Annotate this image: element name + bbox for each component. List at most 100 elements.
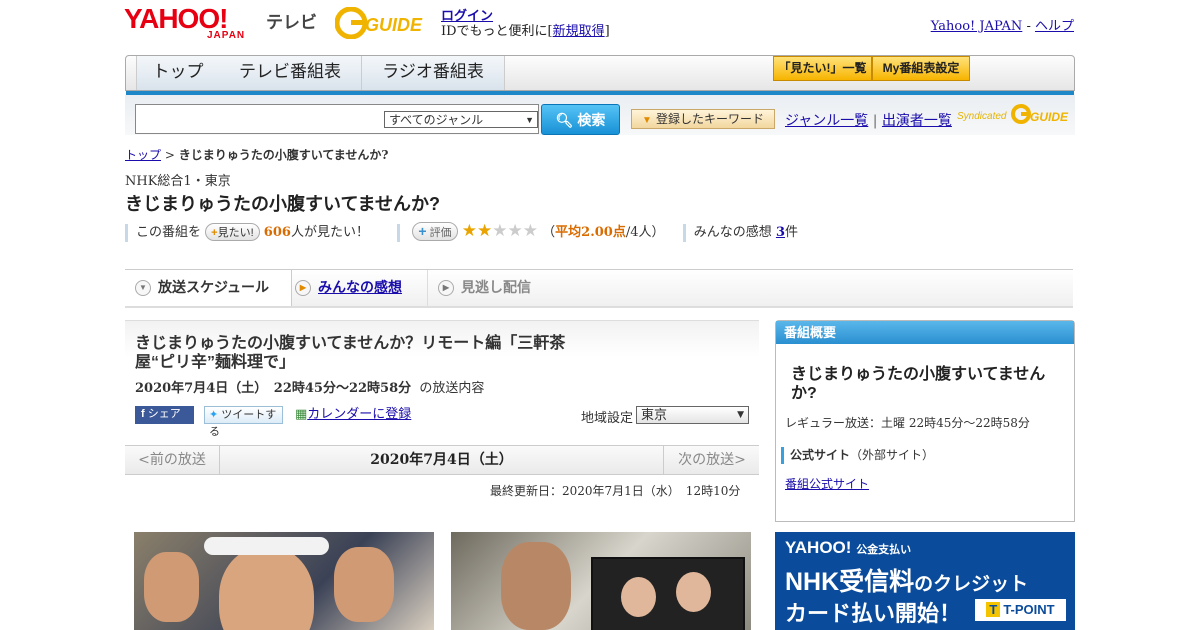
comments-unit: 件	[784, 225, 798, 240]
performer-list-link[interactable]: 出演者一覧	[882, 113, 952, 129]
episode-datetime-suffix: の放送内容	[419, 381, 485, 396]
program-summary-title: きじまりゅうたの小腹すいてませんか?	[791, 366, 1046, 402]
genre-list-link[interactable]: ジャンル一覧	[785, 113, 868, 129]
page-title: きじまりゅうたの小腹すいてませんか?	[125, 194, 441, 214]
meta-divider	[682, 223, 686, 242]
last-updated: 最終更新日：2020年7月1日（水） 12時10分	[490, 484, 741, 498]
episode-datetime: 2020年7月4日（土） 22時45分～22時58分 の放送内容	[135, 377, 484, 396]
content-tabs: ▼ 放送スケジュール ▶ みんなの感想 ▶ 見逃し配信	[125, 269, 1073, 308]
triangle-down-icon: ▼	[642, 115, 652, 126]
tv-logo[interactable]: テレビ	[266, 8, 317, 33]
registered-keyword-button[interactable]: ▼ 登録したキーワード	[631, 109, 775, 129]
ad-headline-2: カード払い開始！	[785, 601, 962, 626]
official-site-note: （外部サイト）	[850, 448, 935, 462]
official-site-heading: 公式サイト（外部サイト）	[781, 447, 934, 464]
episode-photo-1	[134, 532, 434, 630]
prev-broadcast-link[interactable]: <前の放送	[125, 446, 220, 474]
rating-average: 平均2.00点	[555, 225, 626, 240]
ad-service-label: 公金支払い	[856, 544, 912, 556]
rating-count: /4人）	[625, 225, 665, 240]
calendar-register-link[interactable]: ▦カレンダーに登録	[295, 406, 411, 424]
mitai-suffix: 人が見たい！	[290, 225, 369, 240]
meta-divider	[397, 223, 401, 242]
yahoo-logo[interactable]: YAHOO!	[124, 5, 228, 33]
ad-yahoo-text: YAHOO!	[785, 538, 852, 557]
tpoint-icon: T	[986, 602, 1001, 617]
comments-label: みんなの感想	[693, 225, 772, 240]
kono-bangumi-label: この番組を	[136, 225, 202, 240]
facebook-share-label: シェア	[147, 408, 181, 420]
genre-select-value: すべてのジャンル	[389, 113, 484, 127]
genre-select[interactable]: すべてのジャンル ▼	[384, 111, 538, 128]
svg-text:GUIDE: GUIDE	[365, 15, 423, 35]
breadcrumb-top-link[interactable]: トップ	[125, 148, 161, 162]
search-button[interactable]: 🔍︎ 検索	[541, 104, 620, 135]
star-empty-icon: ★	[522, 221, 539, 241]
tweet-button[interactable]: ✦ ツイートする	[204, 406, 283, 438]
rating-stars: ★★★★★	[462, 221, 538, 241]
header-link-sep: -	[1022, 19, 1035, 34]
nav-tab-radio-schedule[interactable]: ラジオ番組表	[362, 56, 505, 90]
meta-divider	[125, 223, 128, 242]
play-icon: ▶	[438, 280, 454, 297]
yahoo-logo-japan: JAPAN	[207, 30, 246, 41]
tab-schedule-label: 放送スケジュール	[158, 279, 270, 295]
nav-tab-tv-schedule[interactable]: テレビ番組表	[219, 56, 362, 90]
help-link[interactable]: ヘルプ	[1035, 19, 1074, 34]
broadcast-pager: <前の放送 2020年7月4日（土） 次の放送>	[125, 445, 759, 475]
episode-datetime-value: 2020年7月4日（土） 22時45分～22時58分	[135, 381, 412, 396]
ad-yahoo-logo: YAHOO! 公金支払い	[785, 538, 911, 558]
tab-missed[interactable]: ▶ 見逃し配信	[427, 270, 531, 306]
nhk-credit-ad-banner[interactable]: YAHOO! 公金支払い NHK受信料のクレジット カード払い開始！ T T-PO…	[775, 532, 1075, 630]
chevron-down-icon: ▼	[135, 280, 151, 297]
program-meta: この番組を +見たい! 606人が見たい！ + 評価 ★★★★★ （平均2.00…	[125, 221, 798, 242]
global-nav: トップ テレビ番組表 ラジオ番組表 「見たい!」一覧 My番組表設定	[125, 55, 1075, 96]
episode-title: きじまりゅうたの小腹すいてませんか？リモート編「三軒茶屋“ピリ辛”麺料理で」	[135, 335, 566, 371]
login-subtext: IDでもっと便利に[新規取得]	[441, 20, 610, 39]
tab-schedule[interactable]: ▼ 放送スケジュール	[125, 270, 292, 306]
login-sub-suffix: ]	[604, 24, 610, 39]
syndicated-label: Syndicated	[957, 111, 1007, 122]
register-link[interactable]: 新規取得	[553, 24, 605, 39]
rating-open: （	[542, 225, 556, 240]
calendar-register-label: カレンダーに登録	[307, 407, 412, 422]
nav-tab-top[interactable]: トップ	[136, 56, 220, 90]
program-summary-heading: 番組概要	[776, 321, 1074, 344]
facebook-share-button[interactable]: f シェア	[135, 406, 194, 424]
official-site-label: 公式サイト	[790, 448, 851, 462]
rate-button-label: 評価	[429, 227, 452, 239]
registered-keyword-label: 登録したキーワード	[655, 112, 764, 126]
plus-icon: +	[418, 223, 427, 239]
region-select[interactable]: 東京 ▼	[636, 406, 749, 424]
my-schedule-settings-button[interactable]: My番組表設定	[872, 56, 970, 81]
tab-reviews-label: みんなの感想	[318, 279, 402, 295]
star-filled-icon: ★	[461, 221, 478, 241]
mitai-button[interactable]: +見たい!	[205, 223, 260, 241]
header-links: Yahoo! JAPAN - ヘルプ	[931, 15, 1074, 34]
tpoint-badge: T T-POINT	[975, 599, 1066, 621]
region-select-value: 東京	[641, 408, 668, 423]
ad-headline-1b: のクレジット	[914, 574, 1029, 595]
mitai-list-button[interactable]: 「見たい!」一覧	[773, 56, 872, 81]
ad-headline-1a: NHK受信料	[785, 568, 915, 596]
star-filled-icon: ★	[477, 221, 493, 241]
official-site-link[interactable]: 番組公式サイト	[785, 475, 869, 492]
search-button-label: 検索	[577, 112, 606, 128]
genre-links-divider: |	[872, 113, 878, 129]
twitter-icon: ✦	[209, 409, 219, 421]
region-label: 地域設定	[581, 411, 634, 426]
rate-button[interactable]: + 評価	[412, 222, 458, 241]
yahoo-japan-link[interactable]: Yahoo! JAPAN	[931, 19, 1023, 34]
mitai-button-label: 見たい!	[217, 227, 254, 239]
facebook-icon: f	[141, 408, 145, 420]
tab-missed-label: 見逃し配信	[461, 279, 531, 295]
star-empty-icon: ★	[507, 221, 523, 241]
star-empty-icon: ★	[492, 221, 508, 241]
tab-reviews[interactable]: ▶ みんなの感想	[295, 270, 402, 306]
next-broadcast-link[interactable]: 次の放送>	[663, 446, 760, 474]
comments-count-link[interactable]: 3	[776, 225, 785, 240]
login-sub-prefix: IDでもっと便利に[	[441, 24, 553, 39]
calendar-icon: ▦	[295, 407, 308, 422]
breadcrumb: トップ > きじまりゅうたの小腹すいてませんか?	[125, 146, 388, 163]
current-broadcast-date: 2020年7月4日（土）	[370, 452, 513, 468]
